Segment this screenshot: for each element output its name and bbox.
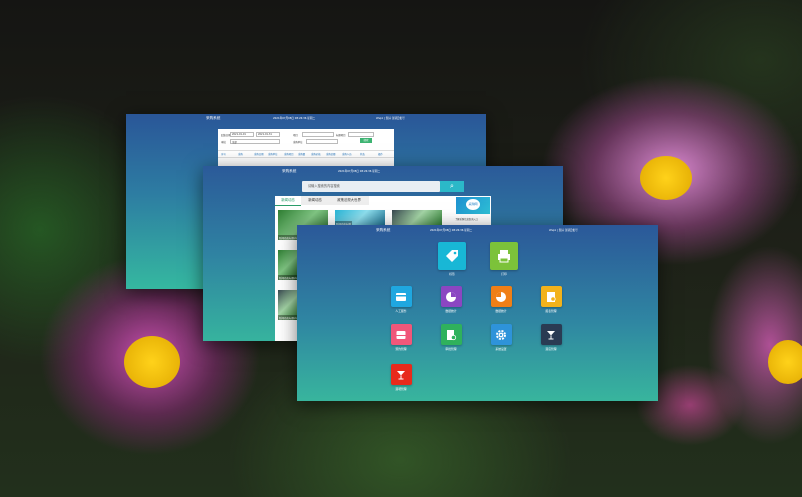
user-info[interactable]: Wsp1 | 您好 注销云帐号 — [376, 116, 405, 120]
col-header[interactable]: 采购日期 — [254, 152, 264, 156]
tray-icon — [390, 324, 412, 345]
app-label: 数据统计 — [495, 309, 507, 313]
filter-label-approval: 审批 — [221, 141, 226, 144]
tab-news-active[interactable]: 新闻动态 — [275, 196, 301, 206]
tag-icon — [438, 242, 466, 270]
window-title: 采购系统 — [376, 228, 391, 232]
filter-label-unit: 采购单位 — [293, 141, 303, 144]
flower-center-left — [124, 336, 180, 388]
window-title: 采购系统 — [282, 169, 297, 173]
app-label: 酒店管理 — [545, 347, 557, 351]
app-label: 系统设置 — [495, 347, 507, 351]
start-date-field[interactable]: 2021-01-01 — [230, 132, 254, 137]
search-input[interactable]: 请输入搜索的内容搜索 — [302, 181, 440, 192]
end-date-field[interactable]: 2021-01-31 — [256, 132, 280, 137]
filter-label-project: 项目 — [293, 134, 298, 137]
app-approval[interactable]: 审批管理 — [431, 324, 471, 351]
flower-center-far-right — [768, 340, 802, 384]
app-stats-1[interactable]: 数据统计 — [431, 286, 471, 313]
window-app-dashboard[interactable]: 采购系统 2021年07月08日 08:26:36 星期二 Wsp1 | 您好 … — [297, 225, 658, 401]
col-header[interactable]: 状态 — [360, 152, 365, 156]
datetime: 2021年07月08日 08:26:36 星期二 — [430, 229, 473, 232]
table-header: 序号 采购 采购日期 采购单位 采购项目 采购量 采购价格 采购金额 采购人员 … — [218, 150, 394, 158]
col-header[interactable]: 采购单位 — [268, 152, 278, 156]
col-header[interactable]: 采购量 — [298, 152, 305, 156]
pie-chart-icon — [490, 286, 512, 307]
app-label: 酒吧管理 — [395, 387, 407, 391]
news-image[interactable]: 新闻动态标题 — [335, 210, 385, 226]
window-title: 采购系统 — [206, 116, 221, 120]
pie-chart-icon — [440, 286, 462, 307]
document-settings-icon — [440, 324, 462, 345]
card-icon — [390, 286, 412, 307]
cocktail-icon — [540, 324, 562, 345]
app-print[interactable]: 打印 — [484, 242, 524, 276]
title-field[interactable] — [348, 132, 374, 137]
search-button[interactable]: 搜索 — [360, 138, 372, 143]
datetime: 2021年07月08日 08:26:36 星期二 — [273, 117, 316, 120]
app-settings[interactable]: 系统设置 — [481, 324, 521, 351]
sidebar-link[interactable]: 了解采购信息查询入口 — [455, 217, 478, 221]
news-image[interactable] — [392, 210, 442, 226]
app-label: 报表管理 — [545, 309, 557, 313]
col-header[interactable]: 采购 — [238, 152, 243, 156]
document-icon — [540, 286, 562, 307]
datetime: 2021年07月08日 08:26:36 星期二 — [338, 170, 381, 173]
col-header[interactable]: 采购金额 — [326, 152, 336, 156]
app-stats-2[interactable]: 数据统计 — [481, 286, 521, 313]
app-reports[interactable]: 报表管理 — [531, 286, 571, 313]
flower-center-right — [640, 156, 692, 200]
app-label: 审批管理 — [445, 347, 457, 351]
approval-value: 全部 — [232, 141, 237, 144]
filter-panel: 起始日期 2021-01-01 2021-01-31 项目 标题项目 审批 全部… — [218, 129, 394, 166]
printer-icon — [490, 242, 518, 270]
start-date-value: 2021-01-01 — [232, 133, 246, 136]
app-label: 标签 — [449, 272, 455, 276]
news-image[interactable]: 新闻动态标题内容 — [278, 290, 301, 320]
col-header[interactable]: 操作 — [378, 152, 383, 156]
user-info[interactable]: Wsp1 | 您好 注销云帐号 — [549, 228, 578, 232]
app-booking[interactable]: 预约管理 — [381, 324, 421, 351]
tab-news[interactable]: 新闻动态 — [301, 196, 329, 205]
col-header[interactable]: 序号 — [221, 152, 226, 156]
gear-icon — [490, 324, 512, 345]
app-label: 打印 — [501, 272, 507, 276]
app-label: 数据统计 — [445, 309, 457, 313]
col-header[interactable]: 采购人员 — [342, 152, 352, 156]
col-header[interactable]: 采购项目 — [284, 152, 294, 156]
app-manual-service[interactable]: 人工服务 — [381, 286, 421, 313]
app-label: 人工服务 — [395, 309, 407, 313]
tab-policy[interactable]: 政策法规大世界 — [329, 196, 369, 205]
banner-logo: 采购网 — [466, 199, 480, 210]
cocktail-icon — [390, 364, 412, 385]
app-bar[interactable]: 酒吧管理 — [381, 364, 421, 391]
project-field[interactable] — [302, 132, 334, 137]
app-hotel[interactable]: 酒店管理 — [531, 324, 571, 351]
filter-label-title: 标题项目 — [336, 134, 346, 137]
news-image[interactable]: 新闻动态标题内容 — [278, 250, 301, 280]
search-icon[interactable]: ⌕ — [440, 181, 464, 192]
app-tag[interactable]: 标签 — [432, 242, 472, 276]
app-label: 预约管理 — [395, 347, 407, 351]
approval-select[interactable]: 全部 — [230, 139, 280, 144]
end-date-value: 2021-01-31 — [258, 133, 272, 136]
unit-field[interactable] — [306, 139, 338, 144]
col-header[interactable]: 采购价格 — [311, 152, 321, 156]
